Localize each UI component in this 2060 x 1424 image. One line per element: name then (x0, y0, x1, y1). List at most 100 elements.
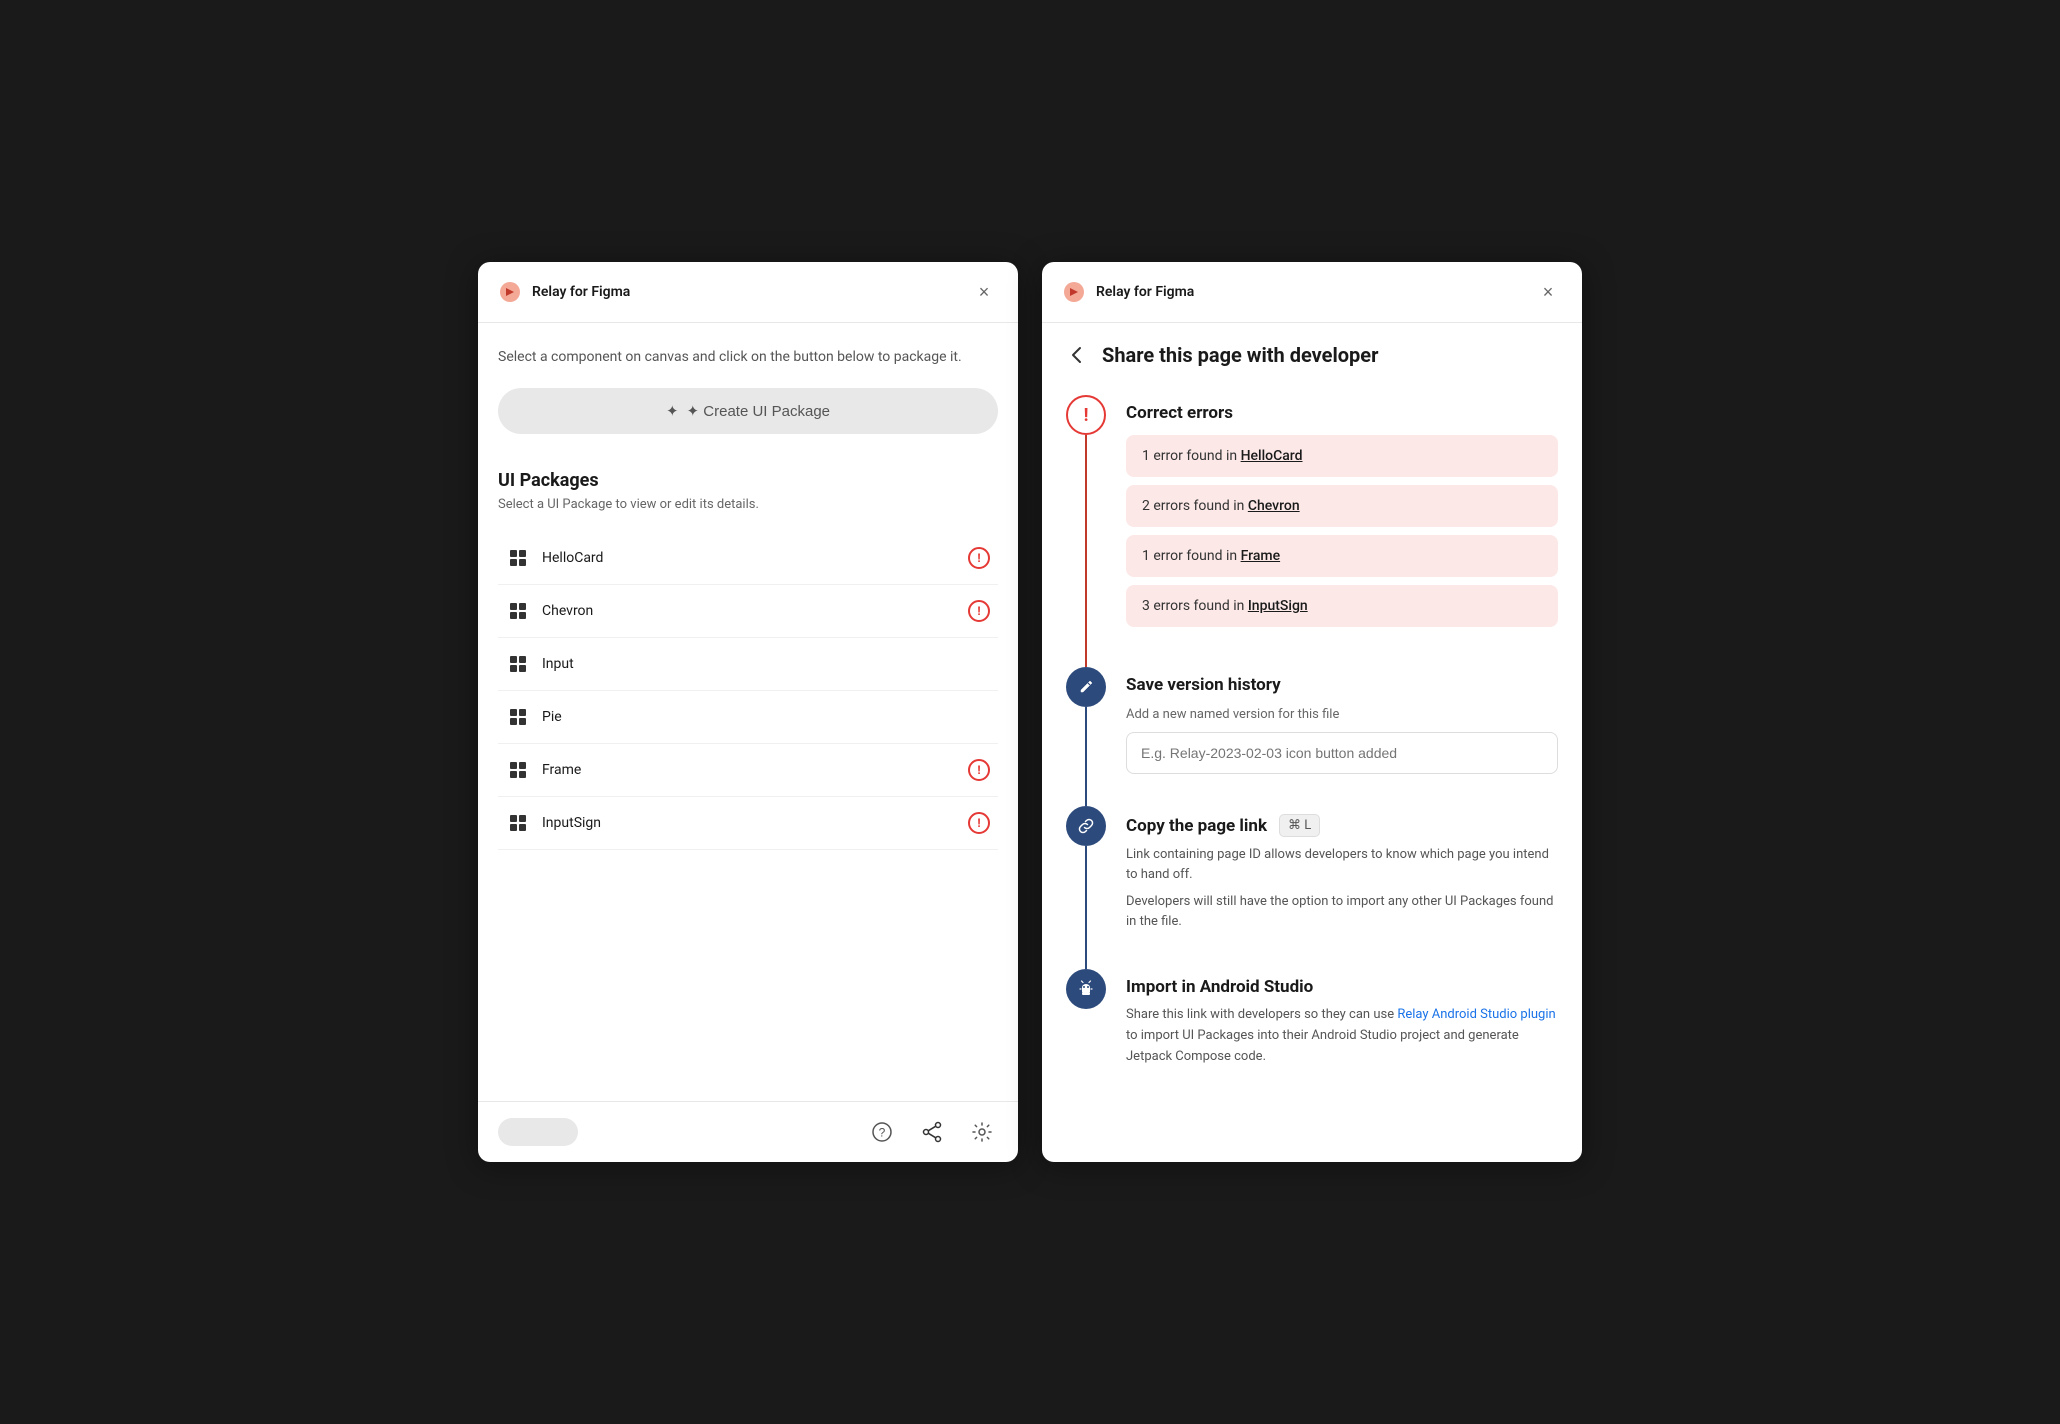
android-desc: Share this link with developers so they … (1126, 1005, 1558, 1067)
left-panel-title: Relay for Figma (532, 284, 630, 300)
copy-desc-1: Link containing page ID allows developer… (1126, 845, 1558, 884)
android-title: Import in Android Studio (1126, 969, 1558, 997)
package-name-pie: Pie (542, 709, 562, 725)
right-panel-body: Share this page with developer ! Correct… (1042, 323, 1582, 1162)
package-item-left: HelloCard (506, 546, 603, 570)
create-ui-package-button[interactable]: ✦ ✦ Create UI Package (498, 388, 998, 434)
package-name-frame: Frame (542, 762, 581, 778)
timeline-left-version (1066, 667, 1106, 806)
android-content: Import in Android Studio Share this link… (1126, 969, 1558, 1099)
copy-link-content: Copy the page link ⌘ L Link containing p… (1126, 806, 1558, 969)
footer-icons: ? (866, 1116, 998, 1148)
link-icon (1077, 817, 1095, 835)
errors-content: Correct errors 1 error found in HelloCar… (1126, 395, 1558, 667)
error-text-chevron: 2 errors found in (1142, 498, 1248, 514)
footer-pill (498, 1118, 578, 1146)
shortcut-badge: ⌘ L (1279, 814, 1320, 837)
hellocard-error-icon: ! (968, 547, 990, 569)
package-item-frame[interactable]: Frame ! (498, 744, 998, 797)
package-list: HelloCard ! Chevron ! (498, 532, 998, 850)
package-icon-input (506, 652, 530, 676)
right-panel-title: Relay for Figma (1096, 284, 1194, 300)
package-item-hellocard[interactable]: HelloCard ! (498, 532, 998, 585)
inputsign-error-icon: ! (968, 812, 990, 834)
pencil-icon (1077, 678, 1095, 696)
timeline: ! Correct errors 1 error found in HelloC… (1066, 395, 1558, 1099)
error-link-inputsign[interactable]: InputSign (1248, 598, 1308, 614)
ui-packages-title: UI Packages (498, 470, 998, 491)
package-item-inputsign[interactable]: InputSign ! (498, 797, 998, 850)
timeline-item-errors: ! Correct errors 1 error found in HelloC… (1066, 395, 1558, 667)
left-title-group: Relay for Figma (498, 280, 630, 304)
frame-error-icon: ! (968, 759, 990, 781)
error-card-hellocard[interactable]: 1 error found in HelloCard (1126, 435, 1558, 477)
package-name-chevron: Chevron (542, 603, 593, 619)
share-icon (921, 1121, 943, 1143)
package-icon-frame (506, 758, 530, 782)
timeline-left-errors: ! (1066, 395, 1106, 667)
error-link-chevron[interactable]: Chevron (1248, 498, 1300, 514)
shortcut-text: ⌘ L (1288, 818, 1311, 833)
package-item-left: InputSign (506, 811, 601, 835)
right-panel: Relay for Figma × Share this page with d… (1042, 262, 1582, 1162)
package-icon-inputsign (506, 811, 530, 835)
left-panel-footer: ? (478, 1101, 1018, 1162)
create-btn-label: ✦ Create UI Package (687, 402, 830, 420)
android-plugin-link[interactable]: Relay Android Studio plugin (1397, 1007, 1555, 1022)
right-panel-header: Relay for Figma × (1042, 262, 1582, 323)
right-close-button[interactable]: × (1534, 278, 1562, 306)
correct-errors-title: Correct errors (1126, 395, 1558, 423)
android-desc-before: Share this link with developers so they … (1126, 1007, 1397, 1022)
settings-icon (972, 1122, 992, 1142)
package-name-hellocard: HelloCard (542, 550, 603, 566)
instruction-text: Select a component on canvas and click o… (498, 347, 998, 368)
copy-link-title: Copy the page link (1126, 816, 1267, 836)
pencil-circle-icon (1066, 667, 1106, 707)
package-name-input: Input (542, 656, 574, 672)
right-title-group: Relay for Figma (1062, 280, 1194, 304)
copy-desc-2: Developers will still have the option to… (1126, 892, 1558, 931)
error-link-frame[interactable]: Frame (1241, 548, 1280, 564)
version-input[interactable] (1126, 732, 1558, 774)
help-button[interactable]: ? (866, 1116, 898, 1148)
timeline-left-copy-link (1066, 806, 1106, 969)
left-close-button[interactable]: × (970, 278, 998, 306)
package-item-chevron[interactable]: Chevron ! (498, 585, 998, 638)
link-circle-icon (1066, 806, 1106, 846)
left-panel-body: Select a component on canvas and click o… (478, 323, 1018, 1101)
package-icon-chevron (506, 599, 530, 623)
create-btn-icon: ✦ (666, 402, 679, 420)
error-card-inputsign[interactable]: 3 errors found in InputSign (1126, 585, 1558, 627)
package-name-inputsign: InputSign (542, 815, 601, 831)
help-icon: ? (872, 1122, 892, 1142)
package-item-pie[interactable]: Pie (498, 691, 998, 744)
timeline-line-blue-1 (1085, 707, 1087, 806)
error-card-chevron[interactable]: 2 errors found in Chevron (1126, 485, 1558, 527)
back-button[interactable] (1066, 344, 1088, 366)
package-item-left: Pie (506, 705, 562, 729)
left-panel: Relay for Figma × Select a component on … (478, 262, 1018, 1162)
relay-logo-icon (498, 280, 522, 304)
package-item-left: Frame (506, 758, 581, 782)
share-button[interactable] (916, 1116, 948, 1148)
error-text-hellocard: 1 error found in (1142, 448, 1241, 464)
error-link-hellocard[interactable]: HelloCard (1241, 448, 1303, 464)
android-desc-after: to import UI Packages into their Android… (1126, 1028, 1519, 1064)
package-icon-hellocard (506, 546, 530, 570)
package-item-left: Chevron (506, 599, 593, 623)
copy-link-row: Copy the page link ⌘ L (1126, 806, 1558, 837)
error-text-frame: 1 error found in (1142, 548, 1241, 564)
package-item-input[interactable]: Input (498, 638, 998, 691)
android-circle-icon (1066, 969, 1106, 1009)
ui-packages-subtitle: Select a UI Package to view or edit its … (498, 497, 998, 512)
timeline-line-blue-2 (1085, 846, 1087, 969)
version-title: Save version history (1126, 667, 1558, 695)
svg-text:?: ? (879, 1126, 886, 1140)
page-title: Share this page with developer (1102, 343, 1378, 367)
error-text-inputsign: 3 errors found in (1142, 598, 1248, 614)
settings-button[interactable] (966, 1116, 998, 1148)
chevron-error-icon: ! (968, 600, 990, 622)
left-panel-header: Relay for Figma × (478, 262, 1018, 323)
error-card-frame[interactable]: 1 error found in Frame (1126, 535, 1558, 577)
android-icon (1076, 979, 1096, 999)
